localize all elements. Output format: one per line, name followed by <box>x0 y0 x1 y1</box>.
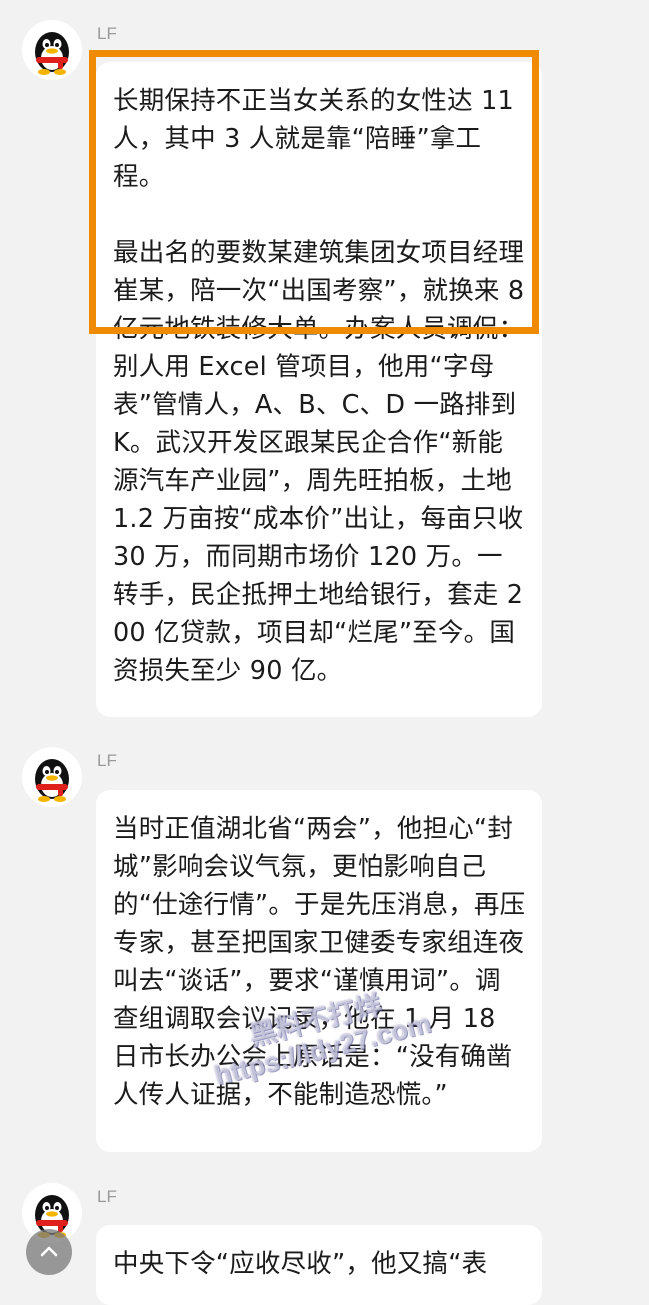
message-bubble[interactable]: 中央下令“应收尽收”，他又搞“表 <box>96 1225 542 1305</box>
avatar[interactable] <box>22 747 82 807</box>
message-paragraph: 当时正值湖北省“两会”，他担心“封城”影响会议气氛，更怕影响自己的“仕途行情”。… <box>113 814 526 1110</box>
message-bubble[interactable]: 当时正值湖北省“两会”，他担心“封城”影响会议气氛，更怕影响自己的“仕途行情”。… <box>96 790 542 1152</box>
qq-penguin-icon <box>35 759 69 802</box>
message-paragraph: 最出名的要数某建筑集团女项目经理崔某，陪一次“出国考察”，就换来 8 亿元地铁装… <box>113 238 525 686</box>
chevron-up-icon <box>40 1246 58 1257</box>
message-paragraph: 长期保持不正当女关系的女性达 11 人，其中 3 人就是靠“陪睡”拿工程。 <box>113 86 514 192</box>
sender-name: LF <box>97 751 117 770</box>
qq-penguin-icon <box>35 32 69 75</box>
message-paragraph: 中央下令“应收尽收”，他又搞“表 <box>113 1249 488 1279</box>
avatar[interactable] <box>22 20 82 80</box>
scroll-top-button[interactable] <box>26 1229 72 1275</box>
sender-name: LF <box>97 24 117 43</box>
message-bubble[interactable]: 长期保持不正当女关系的女性达 11 人，其中 3 人就是靠“陪睡”拿工程。 最出… <box>96 62 542 717</box>
sender-name: LF <box>97 1187 117 1206</box>
